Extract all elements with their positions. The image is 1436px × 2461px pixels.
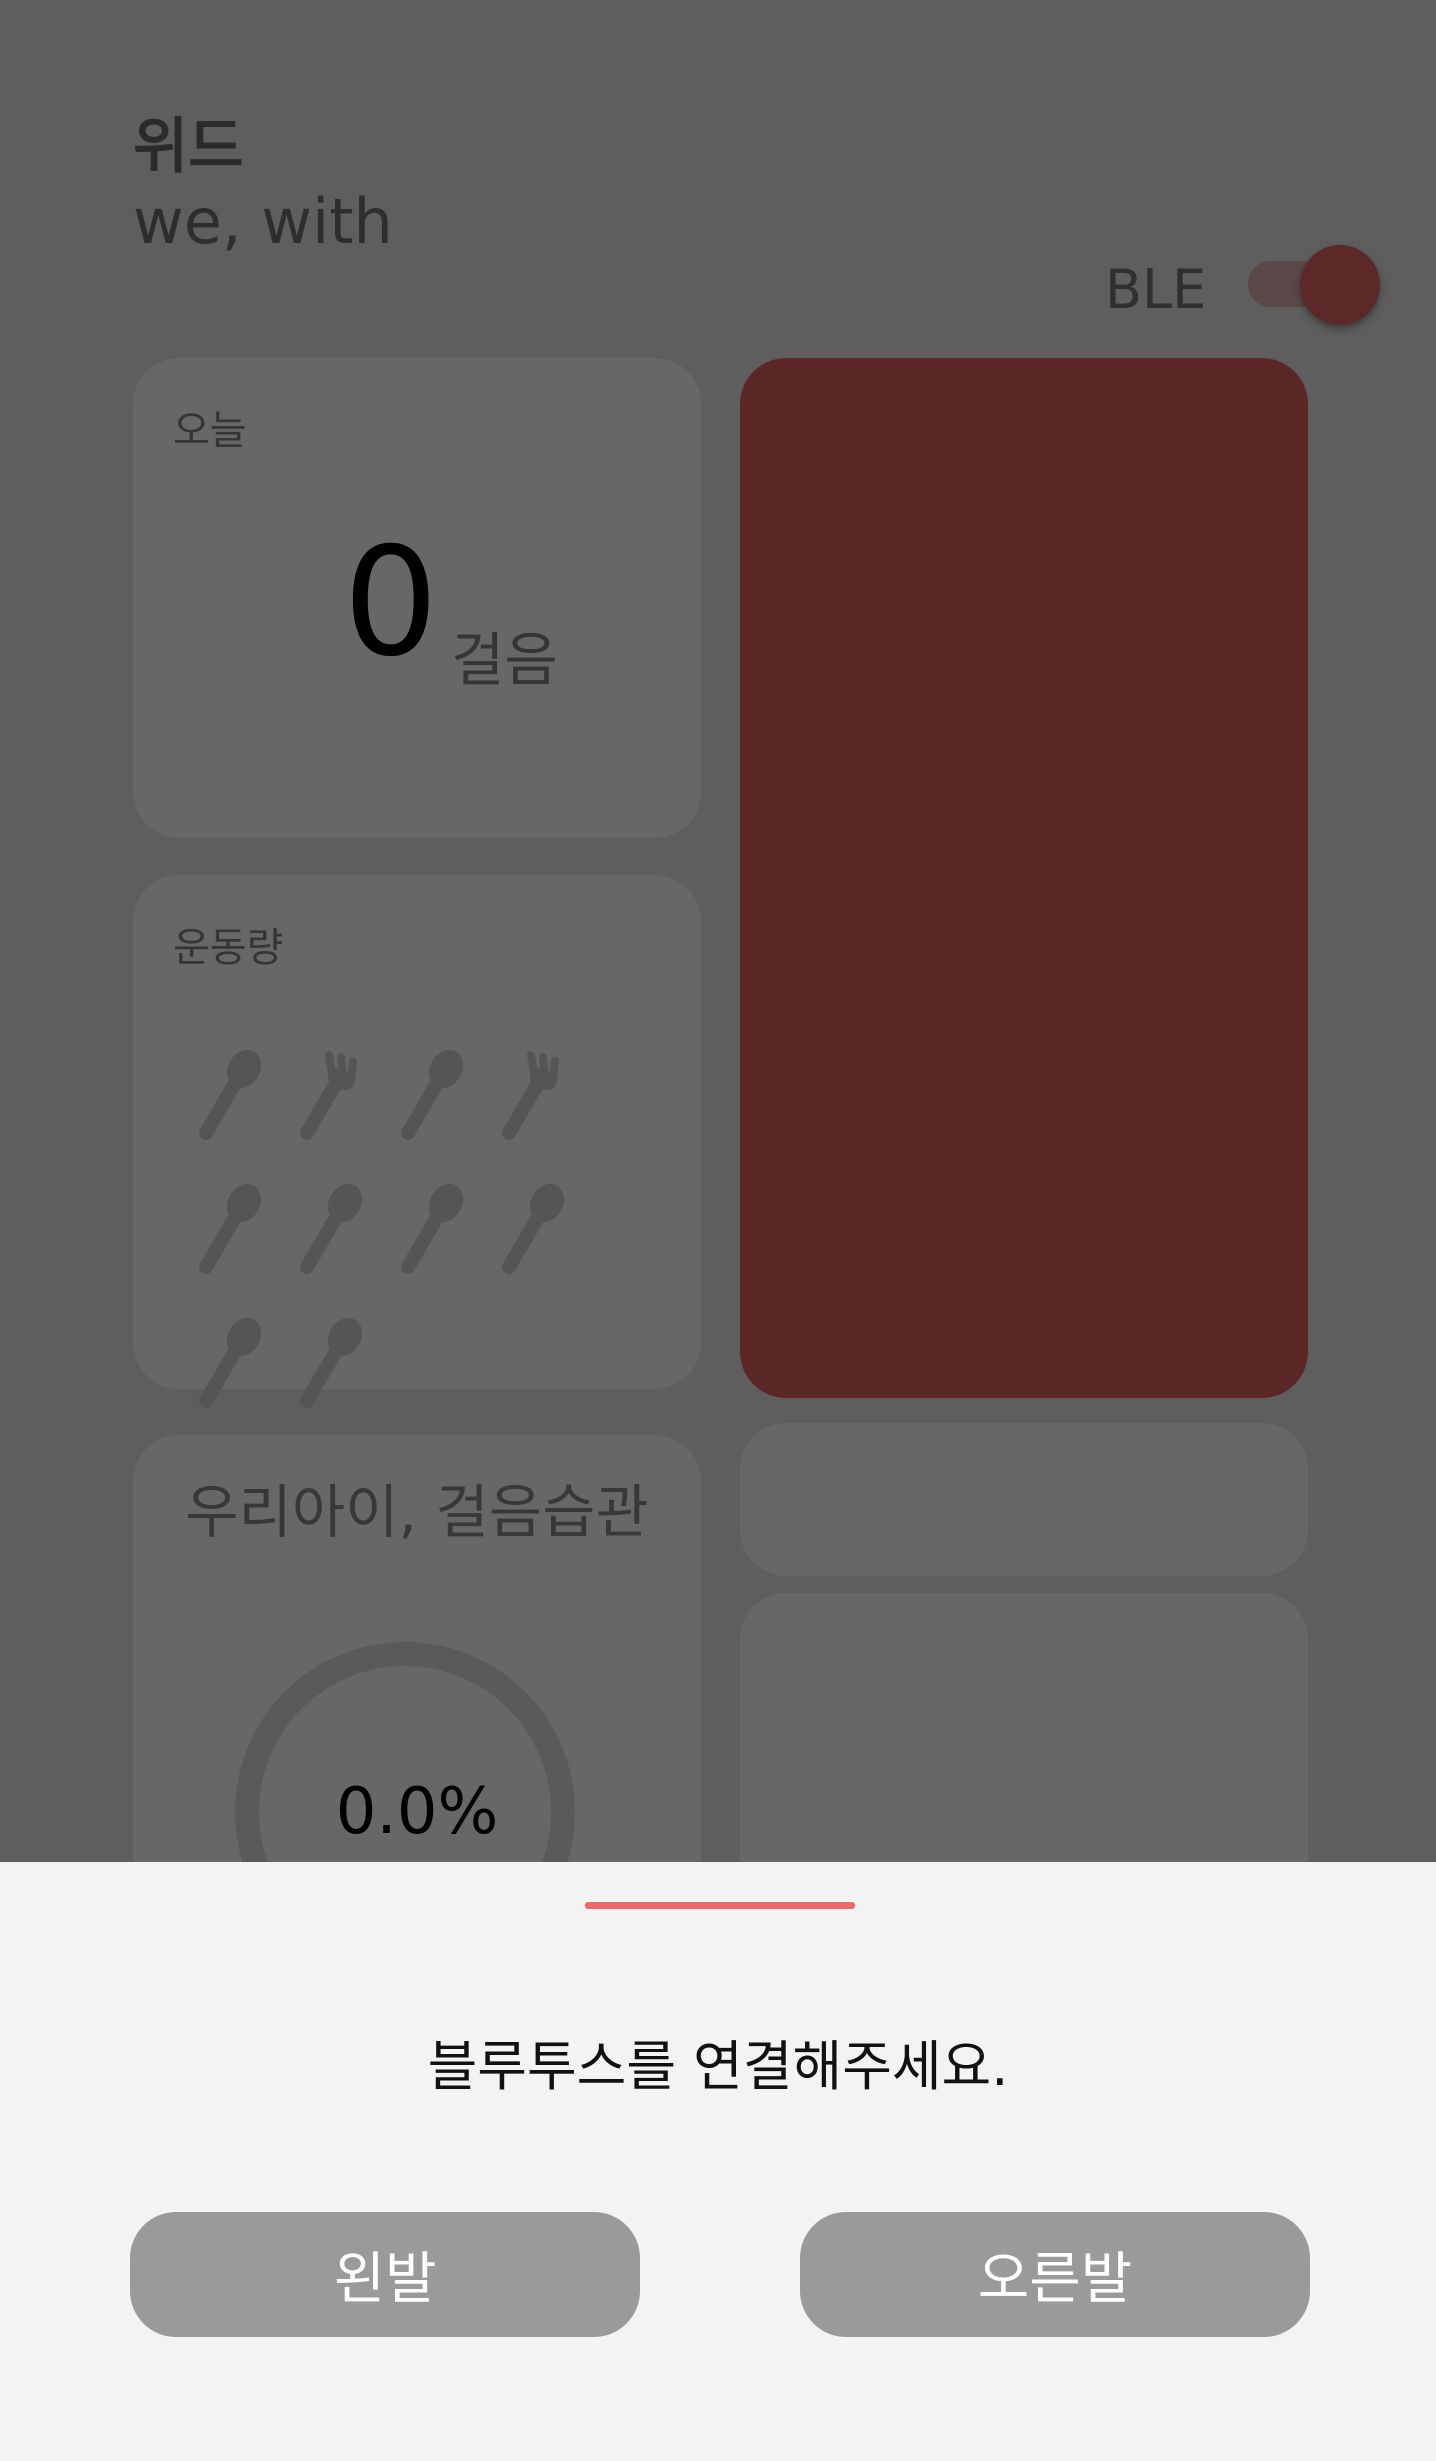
app-title: 위드 <box>133 112 244 182</box>
spoon-icon <box>199 1049 262 1140</box>
right-foot-button[interactable]: 오른발 <box>800 2212 1310 2337</box>
sheet-handle[interactable] <box>585 1902 855 1909</box>
today-label: 오늘 <box>173 408 247 454</box>
habit-title: 우리아이, 걸음습관 <box>185 1478 649 1546</box>
character-image-card[interactable] <box>740 358 1308 1398</box>
spoon-icon <box>401 1049 464 1140</box>
fork-icon <box>502 1051 560 1140</box>
spoon-icon <box>502 1183 565 1274</box>
spoon-icon <box>300 1317 363 1408</box>
exercise-label: 운동량 <box>173 925 284 971</box>
habit-percent: 0.0% <box>335 1775 499 1849</box>
walking-habit-card[interactable]: 우리아이, 걸음습관 0.0% <box>133 1435 701 1982</box>
toggle-thumb[interactable] <box>1300 245 1380 325</box>
exercise-card[interactable]: 운동량 <box>133 875 701 1408</box>
steps-count: 0 <box>343 516 439 690</box>
app-subtitle: we, with <box>133 185 393 258</box>
left-foot-button[interactable]: 왼발 <box>130 2212 640 2337</box>
info-card-small[interactable] <box>740 1423 1308 1576</box>
exercise-icon-grid <box>188 1045 658 1447</box>
steps-unit: 걸음 <box>451 626 558 694</box>
spoon-icon <box>199 1317 262 1408</box>
today-steps-card[interactable]: 오늘 0 걸음 <box>133 358 701 838</box>
ble-label: BLE <box>1105 258 1207 321</box>
fork-icon <box>300 1051 358 1140</box>
spoon-icon <box>199 1183 262 1274</box>
sheet-message: 블루투스를 연결해주세요. <box>427 2035 1009 2098</box>
ble-toggle[interactable] <box>1248 245 1380 325</box>
bluetooth-bottom-sheet: 블루투스를 연결해주세요. 왼발 오른발 <box>0 1862 1436 2461</box>
spoon-icon <box>401 1183 464 1274</box>
spoon-icon <box>300 1183 363 1274</box>
